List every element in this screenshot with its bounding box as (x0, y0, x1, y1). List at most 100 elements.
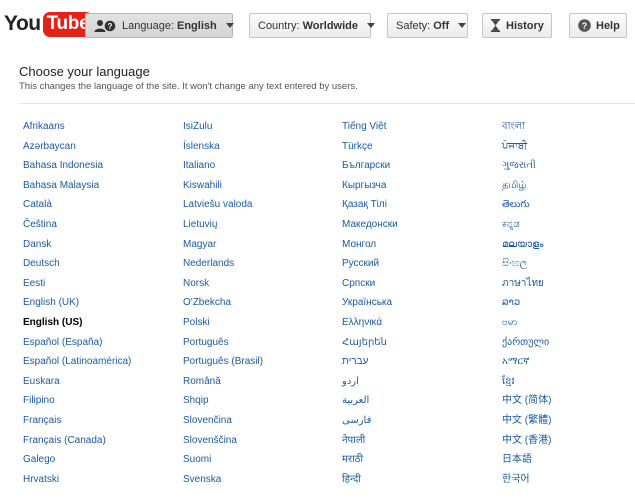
language-option[interactable]: Română (183, 372, 338, 392)
language-option[interactable]: தமிழ் (502, 176, 635, 196)
language-option[interactable]: Монгол (342, 235, 497, 255)
language-option[interactable]: Euskara (23, 372, 178, 392)
language-option[interactable]: ગુજરાતી (502, 156, 635, 176)
history-button[interactable]: History (482, 13, 552, 38)
language-column: বাংলা ਪੰਜਾਬੀ ગુજરાતી தமிழ் తెలుగు ಕನ್ನಡ മലയാളം… (502, 117, 635, 489)
language-option[interactable]: ಕನ್ನಡ (502, 215, 635, 235)
language-option[interactable]: Latviešu valoda (183, 195, 338, 215)
language-option[interactable]: Українська (342, 293, 497, 313)
language-option[interactable]: فارسی (342, 411, 497, 431)
country-button[interactable]: Country: Worldwide (249, 13, 375, 38)
language-column: IsiZulu Íslenska Italiano Kiswahili Latviešu… (183, 117, 338, 489)
language-option[interactable]: Русский (342, 254, 497, 274)
language-option[interactable]: 日本語 (502, 450, 635, 470)
language-option[interactable]: Deutsch (23, 254, 178, 274)
language-option[interactable]: Português (Brasil) (183, 352, 338, 372)
language-option[interactable]: 中文 (简体) (502, 391, 635, 411)
language-value: English (177, 19, 217, 32)
language-option[interactable]: नेपाली (342, 431, 497, 451)
youtube-logo[interactable]: You Tube (4, 10, 94, 38)
country-value: Worldwide (302, 19, 358, 32)
language-option[interactable]: Slovenčina (183, 411, 338, 431)
language-option[interactable]: Svenska (183, 470, 338, 490)
language-option[interactable]: Македонски (342, 215, 497, 235)
language-option[interactable]: Français (Canada) (23, 431, 178, 451)
language-option[interactable]: Српски (342, 274, 497, 294)
language-option[interactable]: Қазақ Тілі (342, 195, 497, 215)
language-option[interactable]: Eesti (23, 274, 178, 294)
top-bar: You Tube ? Language: English Country: Wo… (0, 0, 635, 50)
language-option[interactable]: Čeština (23, 215, 178, 235)
language-option[interactable]: 한국어 (502, 470, 635, 490)
language-label: Language: (122, 19, 174, 32)
language-column: Tiếng Việt Türkçe Български Кыргызча Қазақ Т… (342, 117, 497, 489)
language-option[interactable]: Afrikaans (23, 117, 178, 137)
language-option[interactable]: አማርኛ (502, 352, 635, 372)
language-option[interactable]: עברית (342, 352, 497, 372)
language-option[interactable]: O'Zbekcha (183, 293, 338, 313)
safety-button[interactable]: Safety: Off (387, 13, 468, 38)
divider (19, 103, 635, 104)
language-option[interactable]: Azərbaycan (23, 137, 178, 157)
language-option-selected[interactable]: English (US) (23, 313, 178, 333)
language-option[interactable]: Nederlands (183, 254, 338, 274)
language-option[interactable]: मराठी (342, 450, 497, 470)
language-option[interactable]: සිංහල (502, 254, 635, 274)
language-option[interactable]: Español (Latinoamérica) (23, 352, 178, 372)
language-option[interactable]: Кыргызча (342, 176, 497, 196)
language-option[interactable]: ဗမာ (502, 313, 635, 333)
language-option[interactable]: Български (342, 156, 497, 176)
language-option[interactable]: Türkçe (342, 137, 497, 157)
language-option[interactable]: IsiZulu (183, 117, 338, 137)
language-option[interactable]: Shqip (183, 391, 338, 411)
language-option[interactable]: Español (España) (23, 333, 178, 353)
language-option[interactable]: ਪੰਜਾਬੀ (502, 137, 635, 157)
help-button[interactable]: ? Help (569, 13, 627, 38)
language-option[interactable]: اردو (342, 372, 497, 392)
language-option[interactable]: Português (183, 333, 338, 353)
language-option[interactable]: Slovenščina (183, 431, 338, 451)
language-option[interactable]: Հայերեն (342, 333, 497, 353)
language-option[interactable]: Français (23, 411, 178, 431)
history-label: History (506, 19, 544, 32)
language-option[interactable]: Italiano (183, 156, 338, 176)
language-option[interactable]: Bahasa Indonesia (23, 156, 178, 176)
language-option[interactable]: 中文 (繁體) (502, 411, 635, 431)
language-option[interactable]: 中文 (香港) (502, 431, 635, 451)
language-option[interactable]: Lietuvių (183, 215, 338, 235)
language-option[interactable]: Filipino (23, 391, 178, 411)
language-option[interactable]: Norsk (183, 274, 338, 294)
language-option[interactable]: Íslenska (183, 137, 338, 157)
language-option[interactable]: Català (23, 195, 178, 215)
language-option[interactable]: Tiếng Việt (342, 117, 497, 137)
language-panel-header: Choose your language This changes the la… (19, 64, 358, 92)
language-option[interactable]: Polski (183, 313, 338, 333)
language-option[interactable]: Magyar (183, 235, 338, 255)
account-question-icon: ? (94, 19, 116, 33)
language-option[interactable]: Bahasa Malaysia (23, 176, 178, 196)
logo-you: You (4, 12, 41, 35)
language-button[interactable]: ? Language: English (85, 13, 234, 38)
language-option[interactable]: Dansk (23, 235, 178, 255)
language-option[interactable]: Ελληνικά (342, 313, 497, 333)
page-subtitle: This changes the language of the site. I… (19, 81, 358, 92)
language-column: Afrikaans Azərbaycan Bahasa Indonesia Bahas… (23, 117, 178, 489)
language-option[interactable]: తెలుగు (502, 195, 635, 215)
svg-text:?: ? (582, 21, 588, 31)
language-option[interactable]: Hrvatski (23, 470, 178, 490)
hourglass-icon (491, 19, 500, 32)
language-option[interactable]: العربية (342, 391, 497, 411)
language-option[interactable]: ქართული (502, 333, 635, 353)
safety-value: Off (433, 19, 450, 32)
language-option[interactable]: ລາວ (502, 293, 635, 313)
page-title: Choose your language (19, 64, 150, 79)
language-option[interactable]: ภาษาไทย (502, 274, 635, 294)
language-option[interactable]: ខ្មែរ (502, 372, 635, 392)
language-option[interactable]: English (UK) (23, 293, 178, 313)
language-option[interactable]: Galego (23, 450, 178, 470)
language-option[interactable]: हिन्दी (342, 470, 497, 490)
language-option[interactable]: മലയാളം (502, 235, 635, 255)
language-option[interactable]: Suomi (183, 450, 338, 470)
language-option[interactable]: বাংলা (502, 117, 635, 137)
language-option[interactable]: Kiswahili (183, 176, 338, 196)
